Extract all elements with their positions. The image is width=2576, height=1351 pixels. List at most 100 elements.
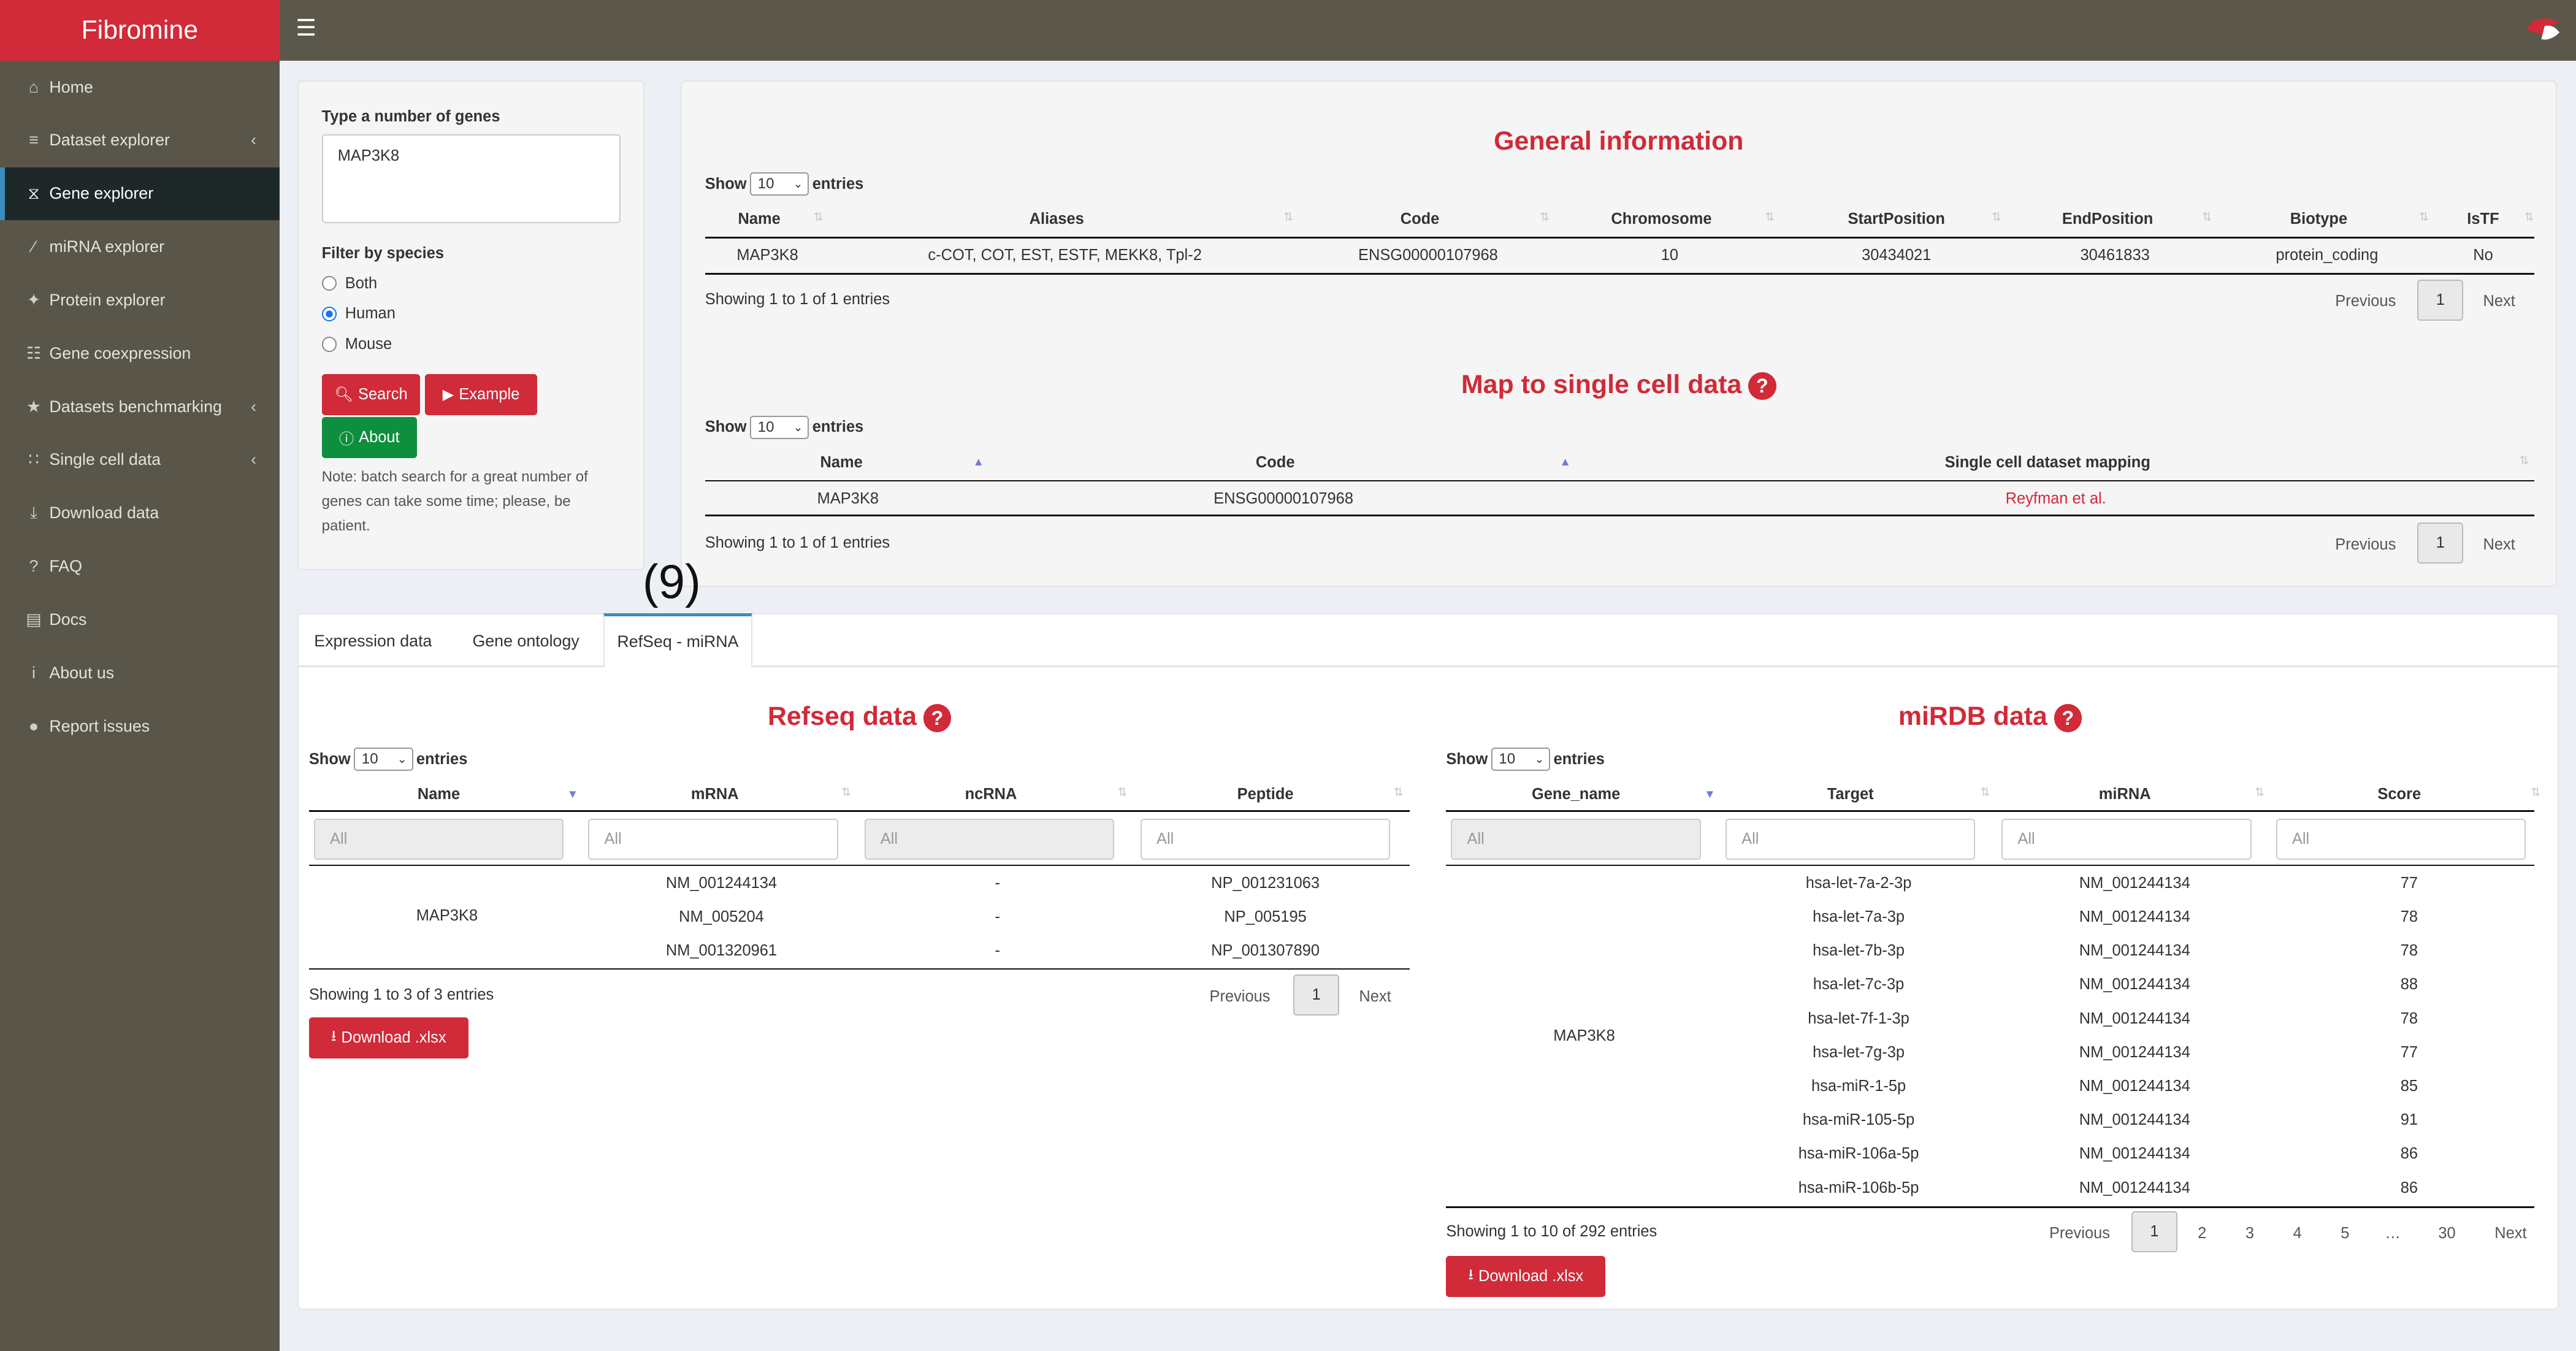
refseq-col-name[interactable]: Name [309, 786, 568, 803]
mirdb-page-2[interactable]: 2 [2185, 1225, 2219, 1242]
sidebar-item-docs[interactable]: ▤ Docs [0, 593, 280, 646]
sidebar-item-download-data[interactable]: ⤓ Download data [0, 487, 280, 540]
refseq-download-button[interactable]: ⭳ Download .xlsx [308, 1017, 468, 1058]
tab-refseq-mirna[interactable]: RefSeq - miRNA [603, 613, 753, 668]
mirdb-page-30[interactable]: 30 [2431, 1225, 2464, 1242]
single-cell-col-name[interactable]: Name [705, 454, 978, 472]
sort-icon: ⇅ [2524, 210, 2534, 224]
play-icon: ▶ [442, 386, 454, 404]
mirdb-filter-target[interactable]: All [1726, 818, 1976, 860]
refseq-length-select[interactable]: 10 ⌄ [354, 748, 413, 771]
general-info-col-code[interactable]: Code [1300, 210, 1540, 228]
sort-icon: ⇅ [1980, 786, 1990, 799]
mirdb-page-5[interactable]: 5 [2329, 1225, 2362, 1242]
mirdb-download-button[interactable]: ⭳ Download .xlsx [1446, 1255, 1606, 1297]
mirdb-length-select[interactable]: 10 ⌄ [1491, 748, 1551, 771]
single-cell-length: Show 10 ⌄ entries [705, 416, 863, 439]
sidebar-item-protein-explorer[interactable]: ✦ Protein explorer [0, 274, 280, 326]
about-button[interactable]: ⓘ About [321, 417, 418, 459]
help-icon[interactable]: ? [2054, 704, 2082, 732]
refseq-col-peptide[interactable]: Peptide [1136, 786, 1395, 803]
sidebar-item-about-us[interactable]: i About us [0, 646, 280, 699]
species-option-label: Mouse [345, 335, 392, 353]
species-radio-mouse[interactable] [322, 337, 337, 352]
mirdb-col-gene-name[interactable]: Gene_name [1446, 786, 1705, 803]
chevron-left-icon: ‹ [251, 450, 257, 469]
sidebar-item-mirna-explorer[interactable]: ∕ miRNA explorer [0, 221, 280, 274]
sidebar-item-faq[interactable]: ? FAQ [0, 540, 280, 593]
general-info-col-aliases[interactable]: Aliases [822, 210, 1291, 228]
refseq-filter-ncrna[interactable]: All [864, 818, 1115, 860]
mirdb-cell: 78 [2400, 908, 2418, 925]
refseq-col-ncrna[interactable]: ncRNA [861, 786, 1120, 803]
tab-gene-ontology[interactable]: Gene ontology [452, 616, 600, 665]
species-option-label: Human [345, 305, 396, 323]
sidebar-item-dataset-explorer[interactable]: ≡ Dataset explorer ‹ [0, 114, 280, 167]
general-info-length-select[interactable]: 10 ⌄ [749, 172, 809, 196]
mirdb-next[interactable]: Next [2494, 1225, 2526, 1242]
mirdb-cell: hsa-miR-1-5p [1811, 1077, 1906, 1095]
single-cell-col-single-cell-dataset-mapping[interactable]: Single cell dataset mapping [1569, 454, 2526, 472]
mirdb-page-1[interactable]: 1 [2131, 1211, 2177, 1253]
chevron-left-icon: ‹ [251, 131, 257, 150]
refseq-prev[interactable]: Previous [1209, 988, 1270, 1006]
sort-icon: ⇅ [841, 786, 851, 799]
mirdb-filter-gene-name[interactable]: All [1451, 818, 1701, 860]
sidebar-item-gene-coexpression[interactable]: ☷ Gene coexpression [0, 327, 280, 380]
mirdb-page-3[interactable]: 3 [2233, 1225, 2266, 1242]
help-icon[interactable]: ? [923, 704, 952, 732]
mirdb-col-target[interactable]: Target [1721, 786, 1980, 803]
general-info-cell: c-COT, COT, EST, ESTF, MEKK8, Tpl-2 [928, 247, 1202, 264]
general-info-col-name[interactable]: Name [705, 210, 814, 228]
chevron-left-icon: ‹ [251, 397, 257, 416]
refseq-col-mrna[interactable]: mRNA [585, 786, 844, 803]
batch-search-note: Note: batch search for a great number of… [321, 468, 588, 535]
single-cell-summary: Showing 1 to 1 of 1 entries [705, 534, 890, 551]
help-icon[interactable]: ? [1748, 372, 1776, 400]
general-info-page-1[interactable]: 1 [2417, 279, 2464, 321]
refseq-filter-mrna[interactable]: All [588, 818, 838, 860]
refseq-header-rule [308, 810, 1410, 812]
app-logo[interactable]: Fibromine [0, 0, 280, 61]
mirdb-col-mirna[interactable]: miRNA [1995, 786, 2255, 803]
mirdb-col-score[interactable]: Score [2269, 786, 2529, 803]
fibromine-brand-icon [2526, 18, 2560, 40]
mirdb-filter-mirna[interactable]: All [2001, 818, 2252, 860]
refseq-filter-name[interactable]: All [313, 818, 564, 860]
sidebar-item-gene-explorer[interactable]: ⧖ Gene explorer [0, 167, 280, 220]
general-info-col-startposition[interactable]: StartPosition [1783, 210, 2010, 228]
single-cell-page-1[interactable]: 1 [2417, 522, 2464, 564]
single-cell-dataset-link[interactable]: Reyfman et al. [1859, 490, 2253, 508]
mirdb-prev[interactable]: Previous [2049, 1225, 2110, 1242]
general-info-cell: No [2473, 247, 2493, 264]
search-button[interactable]: 🔍︎ Search [321, 374, 421, 416]
single-cell-length-select[interactable]: 10 ⌄ [749, 416, 809, 439]
tab-expression-data[interactable]: Expression data [297, 616, 449, 665]
mirdb-filter-score[interactable]: All [2276, 818, 2526, 860]
sort-active-icon: ▼ [1704, 787, 1716, 800]
single-cell-next[interactable]: Next [2483, 536, 2515, 554]
refseq-page-1[interactable]: 1 [1293, 974, 1340, 1016]
general-info-prev[interactable]: Previous [2335, 293, 2396, 310]
general-info-col-biotype[interactable]: Biotype [2215, 210, 2423, 228]
hamburger-icon[interactable]: ☰ [296, 16, 316, 40]
mirdb-page-ellipsis: … [2385, 1224, 2401, 1242]
general-info-col-chromosome[interactable]: Chromosome [1548, 210, 1775, 228]
general-info-col-endposition[interactable]: EndPosition [2000, 210, 2215, 228]
general-info-col-istf[interactable]: IsTF [2432, 210, 2534, 228]
sidebar-item-label: Docs [49, 610, 87, 629]
example-button[interactable]: ▶ Example [425, 374, 537, 416]
sidebar-item-datasets-benchmarking[interactable]: ★ Datasets benchmarking ‹ [0, 380, 280, 433]
sidebar-item-report-issues[interactable]: ● Report issues [0, 700, 280, 752]
single-cell-col-code[interactable]: Code [986, 454, 1564, 472]
sidebar-item-home[interactable]: ⌂ Home [0, 61, 280, 113]
general-info-next[interactable]: Next [2483, 293, 2515, 310]
refseq-filter-peptide[interactable]: All [1140, 818, 1391, 860]
sidebar-item-single-cell-data[interactable]: ∷ Single cell data ‹ [0, 434, 280, 486]
mirdb-cell: hsa-let-7b-3p [1813, 942, 1905, 960]
mirdb-page-4[interactable]: 4 [2281, 1225, 2314, 1242]
single-cell-prev[interactable]: Previous [2335, 536, 2396, 554]
mirdb-cell: NM_001244134 [2079, 1111, 2190, 1129]
genes-textarea[interactable]: MAP3K8 [321, 134, 621, 223]
refseq-next[interactable]: Next [1359, 988, 1391, 1006]
